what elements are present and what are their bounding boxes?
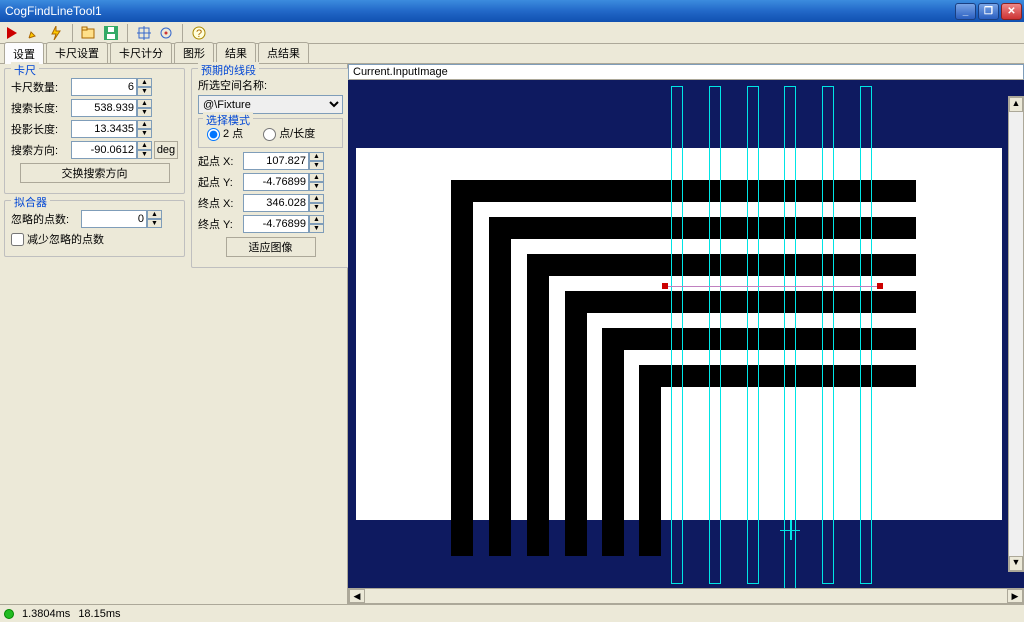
dir-input[interactable] [71,141,137,159]
spin-up[interactable]: ▲ [137,78,152,87]
count-label: 卡尺数量: [11,79,71,95]
open-icon[interactable] [81,25,97,41]
fit-title: 拟合器 [11,194,50,210]
tab-graphics[interactable]: 图形 [174,42,214,63]
edit-icon[interactable] [26,25,42,41]
reduce-label: 减少忽略的点数 [27,231,104,247]
dir-label: 搜索方向: [11,142,71,158]
searchlen-input[interactable] [71,99,137,117]
window-title: CogFindLineTool1 [5,4,955,18]
maximize-button[interactable]: ❐ [978,3,999,20]
help-icon[interactable]: ? [191,25,207,41]
titlebar: CogFindLineTool1 _ ❐ ✕ [0,0,1024,22]
ignore-input[interactable] [81,210,147,228]
tab-point-results[interactable]: 点结果 [258,42,309,63]
settings-panel: 卡尺 卡尺数量: ▲▼ 搜索长度: ▲▼ 投影长度: ▲▼ 搜索方向: ▲▼ d… [0,64,348,604]
tabstrip: 设置 卡尺设置 卡尺计分 图形 结果 点结果 [0,44,1024,64]
endx-label: 终点 X: [198,195,243,211]
image-panel: Current.InputImage ▲▼ ◀▶ [348,64,1024,604]
caliper-6[interactable] [860,86,872,584]
fit-line[interactable] [664,286,880,287]
expect-title: 预期的线段 [198,62,259,78]
starty-label: 起点 Y: [198,174,243,190]
caliper-group: 卡尺 卡尺数量: ▲▼ 搜索长度: ▲▼ 投影长度: ▲▼ 搜索方向: ▲▼ d… [4,68,185,194]
status-time1: 1.3804ms [22,608,70,620]
toolbar: ? [0,22,1024,44]
image-viewport[interactable]: ▲▼ [348,80,1024,588]
startx-input[interactable] [243,152,309,170]
save-icon[interactable] [103,25,119,41]
mode-title: 选择模式 [203,112,253,128]
fit-group: 拟合器 忽略的点数: ▲▼ 减少忽略的点数 [4,200,185,257]
startx-label: 起点 X: [198,153,243,169]
statusbar: 1.3804ms 18.15ms [0,604,1024,622]
hscrollbar[interactable]: ◀▶ [348,588,1024,604]
ignore-label: 忽略的点数: [11,211,81,227]
searchlen-label: 搜索长度: [11,100,71,116]
caliper-4[interactable] [784,86,796,588]
caliper-title: 卡尺 [11,62,39,78]
tab-settings[interactable]: 设置 [4,42,44,64]
close-button[interactable]: ✕ [1001,3,1022,20]
vscrollbar[interactable]: ▲▼ [1008,96,1024,572]
caliper-5[interactable] [822,86,834,584]
starty-input[interactable] [243,173,309,191]
handle-end[interactable] [877,283,883,289]
endy-label: 终点 Y: [198,216,243,232]
caliper-1[interactable] [671,86,683,584]
run-icon[interactable] [4,25,20,41]
status-dot-icon [4,609,14,619]
elec-icon[interactable] [48,25,64,41]
reduce-checkbox[interactable] [11,233,24,246]
endy-input[interactable] [243,215,309,233]
swap-dir-button[interactable]: 交换搜索方向 [20,163,170,183]
handle-start[interactable] [662,283,668,289]
tool2-icon[interactable] [158,25,174,41]
deg-button[interactable]: deg [154,141,178,159]
image-label: Current.InputImage [348,64,1024,80]
projlen-label: 投影长度: [11,121,71,137]
tab-caliper-score[interactable]: 卡尺计分 [110,42,172,63]
status-time2: 18.15ms [78,608,120,620]
spin-down[interactable]: ▼ [137,87,152,96]
caliper-2[interactable] [709,86,721,584]
svg-text:?: ? [196,28,202,40]
tab-caliper-settings[interactable]: 卡尺设置 [46,42,108,63]
radio-ptlen[interactable]: 点/长度 [263,125,315,141]
tab-results[interactable]: 结果 [216,42,256,63]
caliper-3[interactable] [747,86,759,584]
space-label: 所选空间名称: [198,77,343,93]
count-input[interactable] [71,78,137,96]
tool1-icon[interactable] [136,25,152,41]
fit-image-button[interactable]: 适应图像 [226,237,316,257]
projlen-input[interactable] [71,120,137,138]
endx-input[interactable] [243,194,309,212]
minimize-button[interactable]: _ [955,3,976,20]
expect-group: 预期的线段 所选空间名称: @\Fixture 选择模式 2 点 点/长度 起点… [191,68,350,268]
